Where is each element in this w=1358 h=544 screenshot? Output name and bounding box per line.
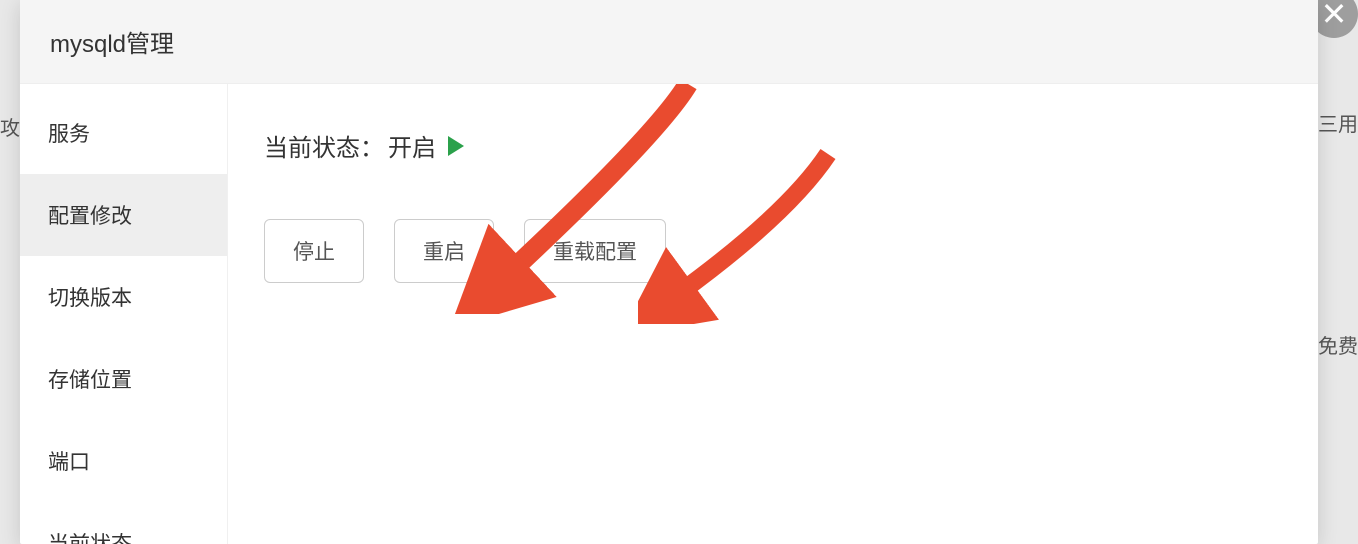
backdrop-text: 免费 [1318, 330, 1358, 359]
play-icon [448, 136, 464, 156]
sidebar-item-port[interactable]: 端口 [20, 420, 227, 502]
sidebar-item-switch-version[interactable]: 切换版本 [20, 256, 227, 338]
close-icon: ✕ [1321, 0, 1348, 30]
status-row: 当前状态： 开启 [264, 128, 1282, 163]
sidebar-item-config-edit[interactable]: 配置修改 [20, 174, 227, 256]
modal-header: mysqld管理 [20, 0, 1318, 84]
status-label: 当前状态： [264, 128, 384, 163]
modal-title: mysqld管理 [50, 24, 1288, 59]
button-row: 停止 重启 重载配置 [264, 219, 1282, 283]
backdrop-text: 攻 [0, 112, 20, 141]
restart-button[interactable]: 重启 [394, 219, 494, 283]
modal-body: 服务 配置修改 切换版本 存储位置 端口 当前状态 当前状态： 开启 停止 重启… [20, 84, 1318, 544]
stop-button[interactable]: 停止 [264, 219, 364, 283]
content-panel: 当前状态： 开启 停止 重启 重载配置 [228, 84, 1318, 544]
sidebar: 服务 配置修改 切换版本 存储位置 端口 当前状态 [20, 84, 228, 544]
reload-config-button[interactable]: 重载配置 [524, 219, 666, 283]
sidebar-item-service[interactable]: 服务 [20, 92, 227, 174]
sidebar-item-storage-location[interactable]: 存储位置 [20, 338, 227, 420]
mysqld-management-modal: mysqld管理 服务 配置修改 切换版本 存储位置 端口 当前状态 当前状态：… [20, 0, 1318, 544]
backdrop-text: 三用 [1318, 108, 1358, 137]
sidebar-item-current-status[interactable]: 当前状态 [20, 502, 227, 544]
status-value: 开启 [388, 128, 436, 163]
